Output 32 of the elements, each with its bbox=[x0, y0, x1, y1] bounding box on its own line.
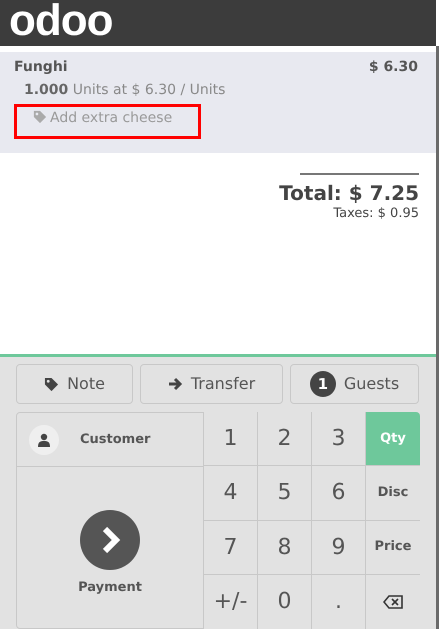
keypad-key[interactable]: 8 bbox=[258, 520, 312, 575]
keypad-key[interactable]: 9 bbox=[312, 520, 366, 575]
keypad-key[interactable]: 0 bbox=[258, 574, 312, 629]
customer-button[interactable]: Customer bbox=[17, 413, 203, 467]
keypad-key[interactable]: +/- bbox=[204, 574, 258, 629]
tag-icon bbox=[33, 110, 47, 124]
keypad-key[interactable]: 7 bbox=[204, 520, 258, 575]
quantity-info: 1.000 Units at $ 6.30 / Units bbox=[23, 80, 226, 100]
keypad-key[interactable]: 2 bbox=[258, 412, 312, 466]
transfer-button[interactable]: Transfer bbox=[140, 364, 283, 404]
keypad-key[interactable]: . bbox=[312, 574, 366, 629]
product-name: Funghi bbox=[14, 58, 68, 77]
note-button[interactable]: Note bbox=[16, 364, 133, 404]
keypad-key[interactable]: 1 bbox=[204, 412, 258, 466]
keypad-key[interactable]: 4 bbox=[204, 466, 258, 520]
line-price: $ 6.30 bbox=[368, 58, 419, 77]
avatar-icon bbox=[29, 424, 59, 454]
arrow-right-icon bbox=[168, 377, 183, 391]
guest-count: 1 bbox=[310, 371, 336, 397]
taxes-amount: Taxes: $ 0.95 bbox=[333, 206, 419, 222]
total-amount: Total: $ 7.25 bbox=[279, 180, 419, 206]
chevron-right-icon bbox=[80, 510, 140, 570]
mode-button[interactable]: Price bbox=[366, 520, 420, 575]
backspace-icon bbox=[383, 594, 403, 609]
logo: odoo bbox=[9, 0, 113, 43]
keypad-key[interactable]: 6 bbox=[312, 466, 366, 520]
mode-button[interactable]: Disc bbox=[366, 466, 420, 520]
guests-button[interactable]: 1 Guests bbox=[290, 364, 419, 404]
tag-icon bbox=[44, 376, 60, 392]
keypad-key[interactable]: 5 bbox=[258, 466, 312, 520]
payment-button[interactable]: Payment bbox=[17, 467, 203, 628]
line-note: Add extra cheese bbox=[50, 108, 172, 128]
